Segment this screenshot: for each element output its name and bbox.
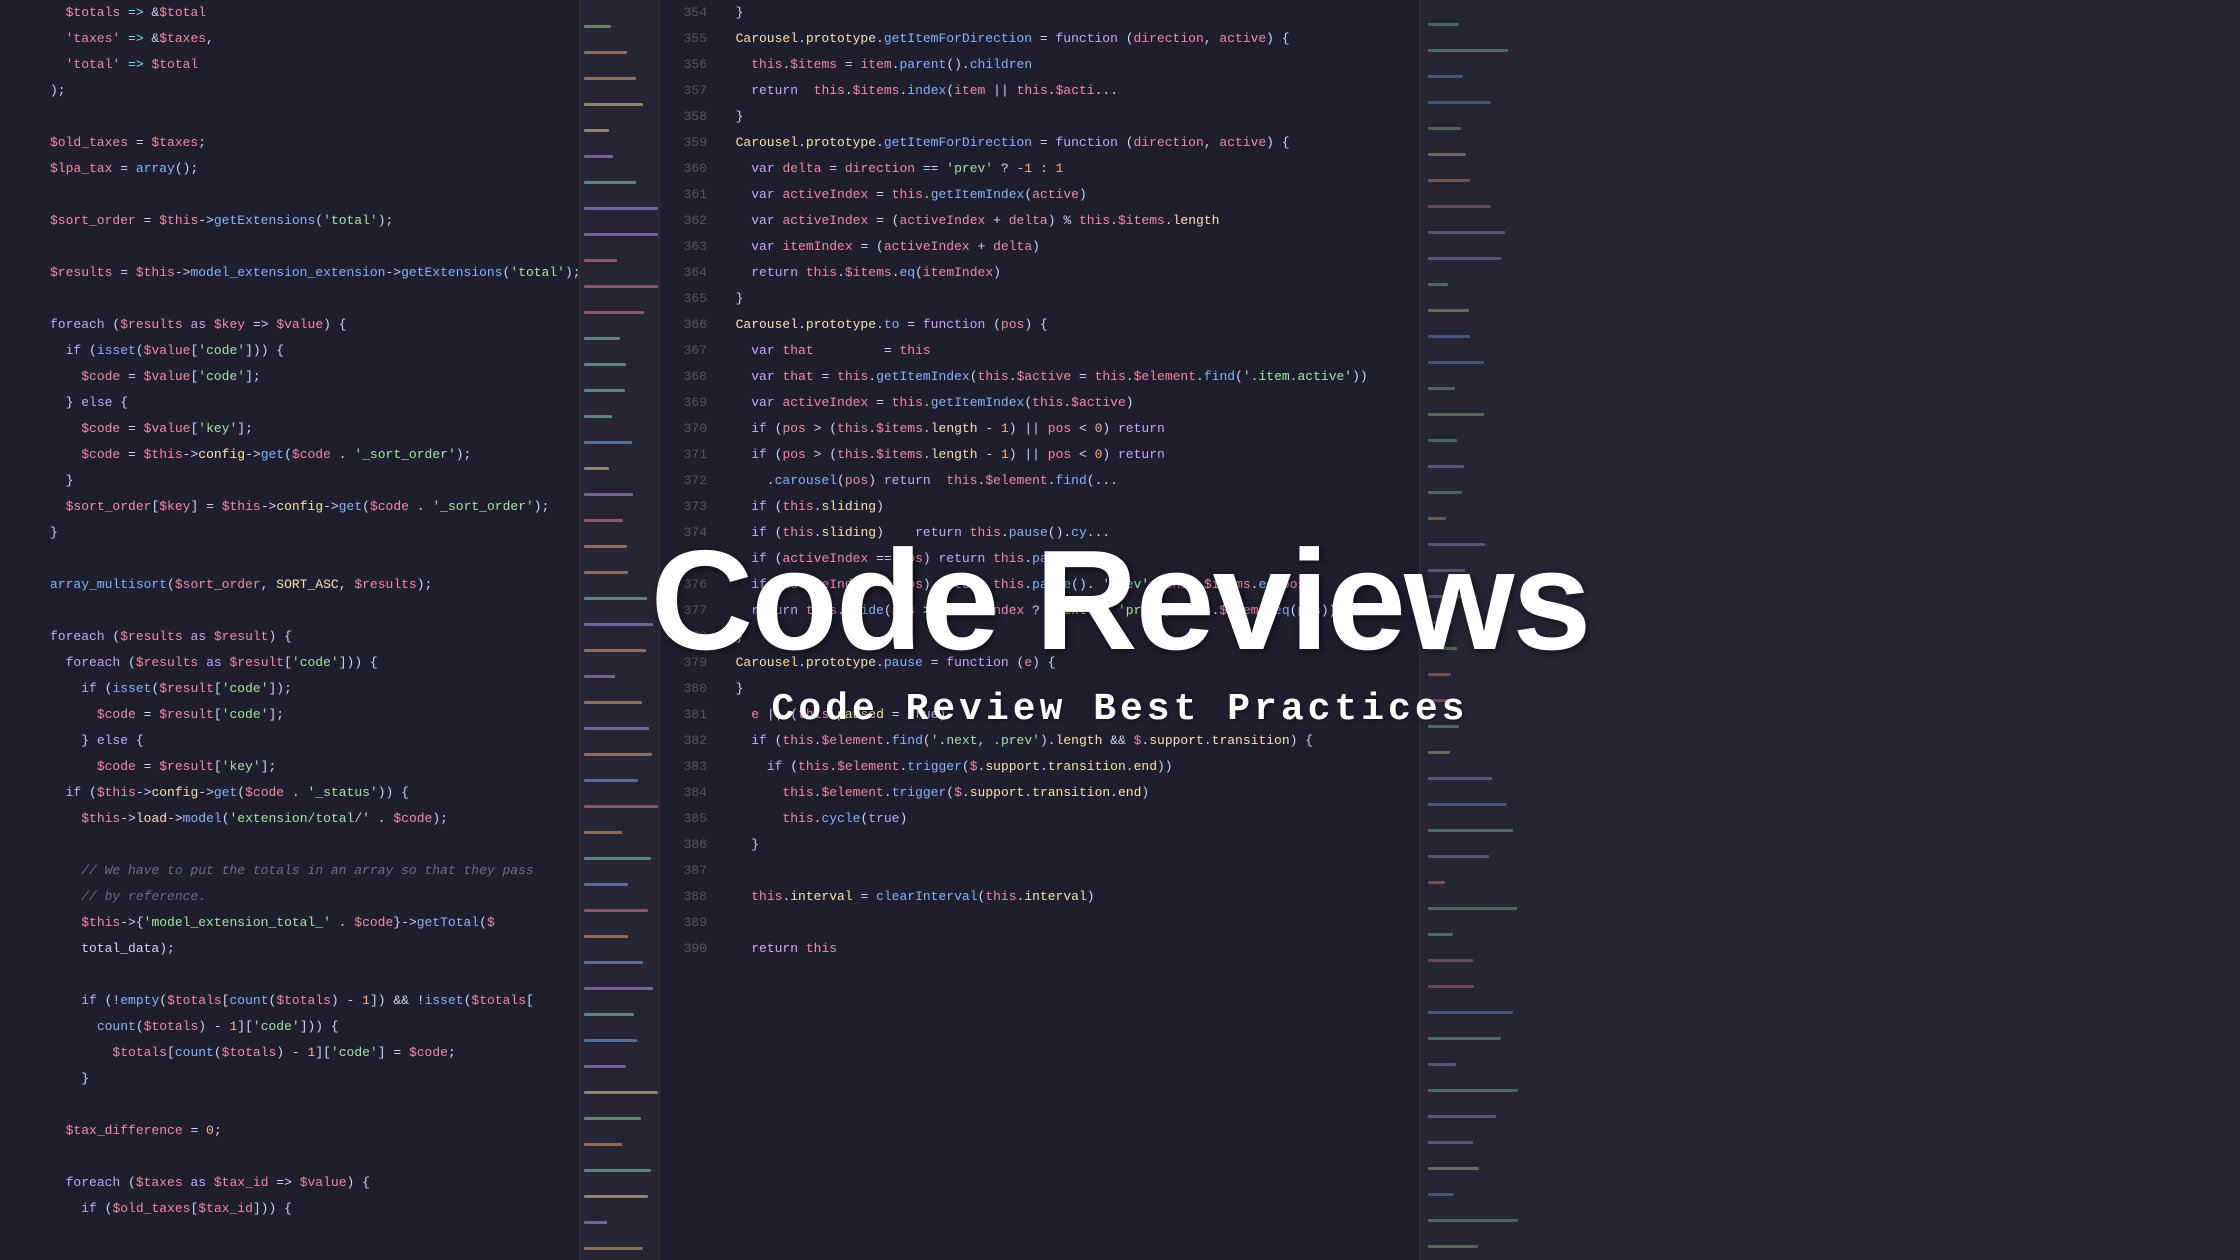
- code-line: } else {: [50, 728, 579, 754]
- code-line: if (this.sliding) return this.pause().cy…: [720, 520, 1419, 546]
- code-line: Carousel.prototype.getItemForDirection =…: [720, 26, 1419, 52]
- code-line: if (pos > (this.$items.length - 1) || po…: [720, 416, 1419, 442]
- code-line: }: [720, 676, 1419, 702]
- code-line: foreach ($results as $key => $value) {: [50, 312, 579, 338]
- left-code-content: $totals => &$total 'taxes' => &$taxes, '…: [50, 0, 579, 1260]
- code-line: Carousel.prototype.getItemForDirection =…: [720, 130, 1419, 156]
- code-line: this.$element.trigger($.support.transiti…: [720, 780, 1419, 806]
- code-line: foreach ($results as $result) {: [50, 624, 579, 650]
- code-line: // by reference.: [50, 884, 579, 910]
- code-line: $tax_difference = 0;: [50, 1118, 579, 1144]
- code-line: var itemIndex = (activeIndex + delta): [720, 234, 1419, 260]
- code-line: [50, 234, 579, 260]
- code-line: $old_taxes = $taxes;: [50, 130, 579, 156]
- code-line: $code = $this->config->get($code . '_sor…: [50, 442, 579, 468]
- code-line: Carousel.prototype.pause = function (e) …: [720, 650, 1419, 676]
- code-line: foreach ($taxes as $tax_id => $value) {: [50, 1170, 579, 1196]
- code-line: $lpa_tax = array();: [50, 156, 579, 182]
- code-line: [50, 598, 579, 624]
- code-line: }: [720, 104, 1419, 130]
- far-right-panel: [1420, 0, 2240, 1260]
- code-line: $sort_order[$key] = $this->config->get($…: [50, 494, 579, 520]
- code-line: [50, 286, 579, 312]
- code-line: [50, 832, 579, 858]
- code-line: [50, 546, 579, 572]
- code-line: $sort_order = $this->getExtensions('tota…: [50, 208, 579, 234]
- code-line: e || (this.paused = true): [720, 702, 1419, 728]
- code-line: $code = $value['key'];: [50, 416, 579, 442]
- code-line: [720, 910, 1419, 936]
- code-line: if (isset($value['code'])) {: [50, 338, 579, 364]
- code-line: 'total' => $total: [50, 52, 579, 78]
- code-line: $code = $value['code'];: [50, 364, 579, 390]
- code-line: var delta = direction == 'prev' ? -1 : 1: [720, 156, 1419, 182]
- code-line: Carousel.prototype.to = function (pos) {: [720, 312, 1419, 338]
- code-line: return this: [720, 936, 1419, 962]
- code-line: if (this.sliding): [720, 494, 1419, 520]
- code-line: if (this.$element.trigger($.support.tran…: [720, 754, 1419, 780]
- code-line: [50, 104, 579, 130]
- code-line: if ($this->config->get($code . '_status'…: [50, 780, 579, 806]
- code-line: array_multisort($sort_order, SORT_ASC, $…: [50, 572, 579, 598]
- code-line: foreach ($results as $result['code'])) {: [50, 650, 579, 676]
- code-line: $code = $result['code'];: [50, 702, 579, 728]
- code-line: total_data);: [50, 936, 579, 962]
- code-line: }: [50, 468, 579, 494]
- code-line: }: [50, 1066, 579, 1092]
- code-line: $this->{'model_extension_total_' . $code…: [50, 910, 579, 936]
- code-line: $totals => &$total: [50, 0, 579, 26]
- code-line: this.cycle(true): [720, 806, 1419, 832]
- code-line: [720, 858, 1419, 884]
- code-line: if (isset($result['code']);: [50, 676, 579, 702]
- code-line: $this->load->model('extension/total/' . …: [50, 806, 579, 832]
- right-code-content: } Carousel.prototype.getItemForDirection…: [720, 0, 1419, 1260]
- code-line: } else {: [50, 390, 579, 416]
- code-line: }: [720, 624, 1419, 650]
- code-line: var activeIndex = this.getItemIndex(acti…: [720, 182, 1419, 208]
- code-line: var activeIndex = (activeIndex + delta) …: [720, 208, 1419, 234]
- code-line: [50, 962, 579, 988]
- code-line: );: [50, 78, 579, 104]
- code-background: $totals => &$total 'taxes' => &$taxes, '…: [0, 0, 2240, 1260]
- code-line: var that = this: [720, 338, 1419, 364]
- code-line: return this.slide(pos > activeIndex ? 'n…: [720, 598, 1419, 624]
- code-line: $results = $this->model_extension_extens…: [50, 260, 579, 286]
- right-code-panel: 354355356357358 359360361362363 36436536…: [660, 0, 1420, 1260]
- right-line-numbers: 354355356357358 359360361362363 36436536…: [660, 0, 715, 1260]
- code-line: var activeIndex = this.getItemIndex(this…: [720, 390, 1419, 416]
- code-line: }: [50, 520, 579, 546]
- code-line: .carousel(pos) return this.$element.find…: [720, 468, 1419, 494]
- code-line: if (activeIndex == pos) return this.paus…: [720, 572, 1419, 598]
- code-line: [50, 1144, 579, 1170]
- code-line: [50, 1092, 579, 1118]
- code-line: if (activeIndex == pos) return this.paus…: [720, 546, 1419, 572]
- code-line: return this.$items.eq(itemIndex): [720, 260, 1419, 286]
- code-line: }: [720, 0, 1419, 26]
- code-line: this.$items = item.parent().children: [720, 52, 1419, 78]
- mini-panel: [580, 0, 660, 1260]
- code-line: if (pos > (this.$items.length - 1) || po…: [720, 442, 1419, 468]
- code-line: [50, 182, 579, 208]
- code-line: if (!empty($totals[count($totals) - 1]) …: [50, 988, 579, 1014]
- code-line: $code = $result['key'];: [50, 754, 579, 780]
- code-line: }: [720, 832, 1419, 858]
- code-line: }: [720, 286, 1419, 312]
- code-line: $totals[count($totals) - 1]['code'] = $c…: [50, 1040, 579, 1066]
- code-line: if (this.$element.find('.next, .prev').l…: [720, 728, 1419, 754]
- code-line: var that = this.getItemIndex(this.$activ…: [720, 364, 1419, 390]
- code-line: count($totals) - 1]['code'])) {: [50, 1014, 579, 1040]
- left-code-panel: $totals => &$total 'taxes' => &$taxes, '…: [0, 0, 580, 1260]
- code-line: if ($old_taxes[$tax_id])) {: [50, 1196, 579, 1222]
- code-line: // We have to put the totals in an array…: [50, 858, 579, 884]
- code-line: return this.$items.index(item || this.$a…: [720, 78, 1419, 104]
- code-line: this.interval = clearInterval(this.inter…: [720, 884, 1419, 910]
- code-line: 'taxes' => &$taxes,: [50, 26, 579, 52]
